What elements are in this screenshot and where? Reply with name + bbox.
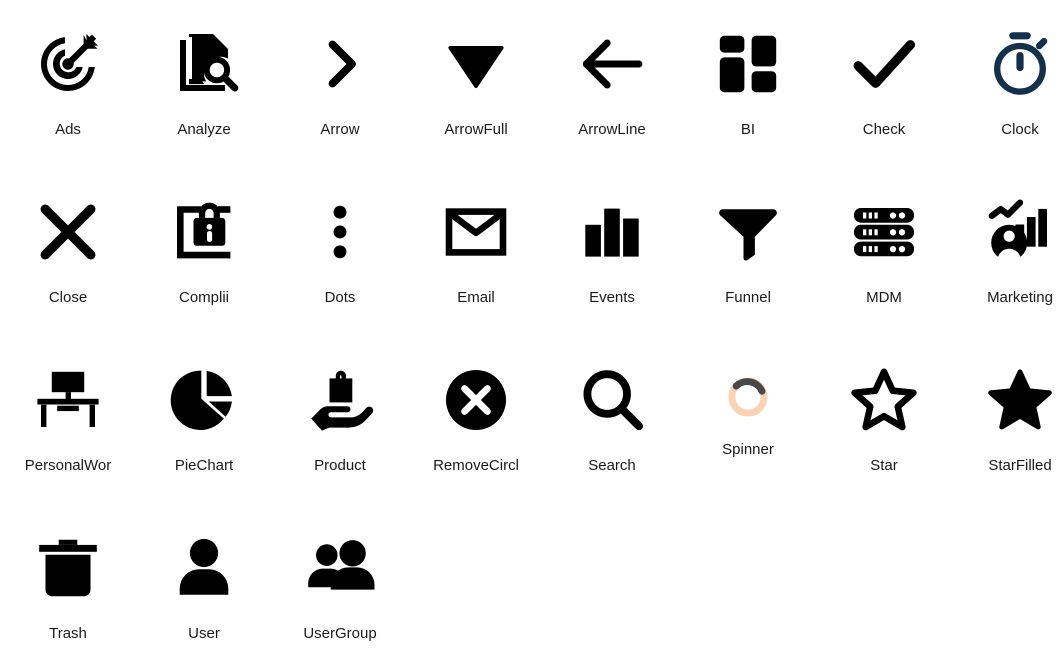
icon-tile-check[interactable]: Check [816,0,952,168]
icon-label: Close [48,289,88,306]
arrow-left-icon [572,24,652,104]
icon-label: Check [862,121,906,138]
icon-tile-ads[interactable]: Ads [0,0,136,168]
icon-tile-removecircle[interactable]: RemoveCircl [408,336,544,504]
lock-info-icon [164,192,244,272]
trash-can-icon [28,528,108,608]
icon-label: Arrow [320,121,360,138]
star-outline-icon [844,360,924,440]
icon-tile-events[interactable]: Events [544,168,680,336]
icon-tile-complii[interactable]: Complii [136,168,272,336]
envelope-icon [436,192,516,272]
magnifier-icon [572,360,652,440]
icon-tile-arrowline[interactable]: ArrowLine [544,0,680,168]
spinner-ring-icon [725,374,771,420]
icon-label: Analyze [177,121,231,138]
icon-tile-clock[interactable]: Clock [952,0,1057,168]
server-stack-icon [844,192,924,272]
icon-label: RemoveCircl [433,457,519,474]
icon-tile-personalworkspace[interactable]: PersonalWor [0,336,136,504]
icon-label: Email [457,289,495,306]
funnel-icon [708,192,788,272]
triangle-down-icon [436,24,516,104]
stopwatch-icon [980,24,1057,104]
icon-tile-trash[interactable]: Trash [0,504,136,672]
icon-label: Funnel [725,289,771,306]
icon-label: Trash [49,625,87,642]
icon-label: StarFilled [988,457,1052,474]
icon-label: Star [870,457,898,474]
icon-tile-marketing[interactable]: Marketing [952,168,1057,336]
pie-chart-icon [164,360,244,440]
icon-tile-bi[interactable]: BI [680,0,816,168]
icon-tile-star[interactable]: Star [816,336,952,504]
icon-label: Search [588,457,636,474]
icon-tile-analyze[interactable]: Analyze [136,0,272,168]
icon-tile-usergroup[interactable]: UserGroup [272,504,408,672]
desk-monitor-icon [28,360,108,440]
document-magnifier-icon [164,24,244,104]
icon-label: Product [314,457,366,474]
icon-label: ArrowFull [444,121,508,138]
icon-label: PieChart [174,457,234,474]
icon-label: Complii [178,289,229,306]
icon-tile-arrow[interactable]: Arrow [272,0,408,168]
remove-circle-icon [436,360,516,440]
close-x-icon [28,192,108,272]
icon-label: Dots [324,289,356,306]
icon-tile-starfilled[interactable]: StarFilled [952,336,1057,504]
icon-tile-funnel[interactable]: Funnel [680,168,816,336]
icon-tile-close[interactable]: Close [0,168,136,336]
icon-label: Events [589,289,635,306]
icon-tile-arrowfull[interactable]: ArrowFull [408,0,544,168]
icon-label: Spinner [722,441,774,458]
icon-tile-mdm[interactable]: MDM [816,168,952,336]
icon-tile-dots[interactable]: Dots [272,168,408,336]
icon-gallery-grid: Ads Analyze Arrow ArrowFull ArrowLine BI… [0,0,1057,667]
icon-tile-search[interactable]: Search [544,336,680,504]
dashboard-grid-icon [708,24,788,104]
icon-label: User [188,625,220,642]
bar-chart-icon [572,192,652,272]
hand-bag-icon [300,360,380,440]
dots-vertical-icon [300,192,380,272]
icon-label: Marketing [987,289,1053,306]
icon-label: Ads [55,121,81,138]
user-icon [164,528,244,608]
user-group-icon [300,528,380,608]
icon-tile-user[interactable]: User [136,504,272,672]
icon-label: UserGroup [303,625,377,642]
icon-label: BI [740,121,756,138]
icon-label: ArrowLine [578,121,646,138]
user-growth-chart-icon [980,192,1057,272]
icon-tile-piechart[interactable]: PieChart [136,336,272,504]
icon-tile-product[interactable]: Product [272,336,408,504]
icon-tile-email[interactable]: Email [408,168,544,336]
target-dart-icon [28,24,108,104]
icon-label: PersonalWor [24,457,112,474]
star-filled-icon [980,360,1057,440]
icon-label: Clock [1001,121,1039,138]
checkmark-icon [844,24,924,104]
icon-label: MDM [866,289,902,306]
chevron-right-icon [300,24,380,104]
icon-tile-spinner[interactable]: Spinner [680,336,816,504]
